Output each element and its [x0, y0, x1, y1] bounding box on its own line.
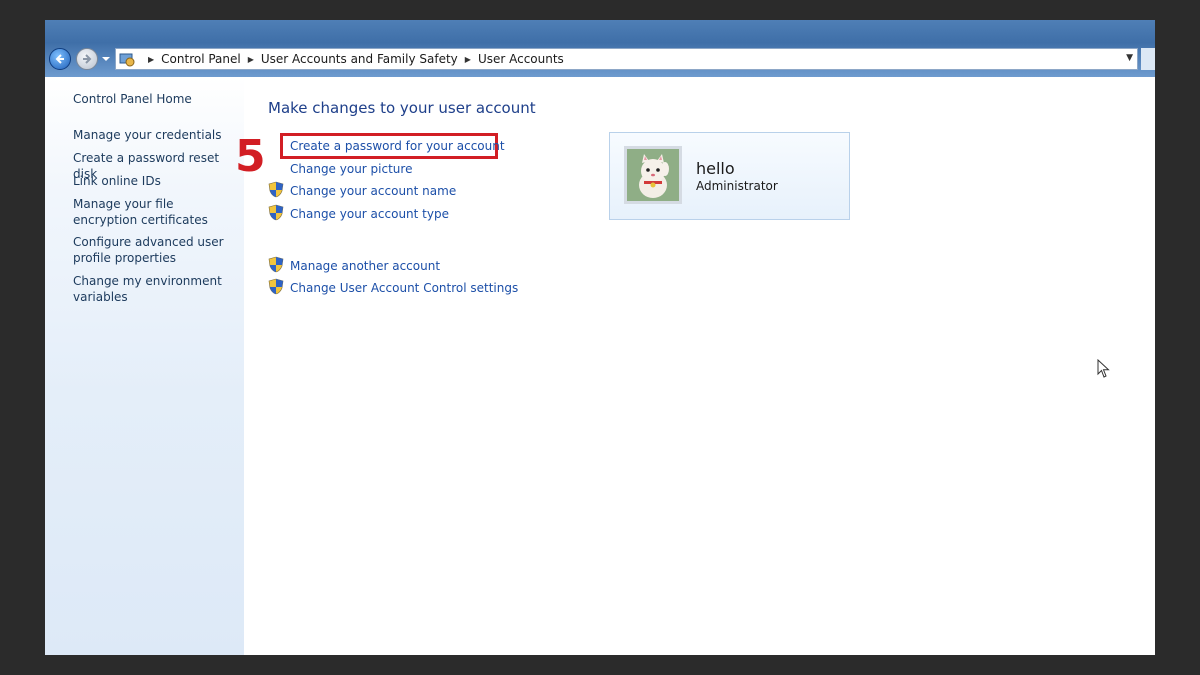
sidebar-item-link-online-ids[interactable]: Link online IDs — [73, 174, 238, 190]
account-type: Administrator — [696, 179, 778, 193]
main-content: Make changes to your user account 5 Crea… — [235, 77, 1155, 655]
sidebar-item-environment-variables[interactable]: Change my environment variables — [73, 274, 238, 305]
control-panel-window: ▶ Control Panel ▶ User Accounts and Fami… — [45, 20, 1155, 655]
uac-shield-icon — [268, 256, 284, 273]
refresh-button[interactable] — [1141, 48, 1155, 70]
create-password-link[interactable]: Create a password for your account — [290, 139, 505, 153]
breadcrumb-user-accounts[interactable]: User Accounts — [478, 52, 564, 66]
breadcrumb-control-panel[interactable]: Control Panel — [161, 52, 241, 66]
sidebar: Control Panel Home Manage your credentia… — [45, 77, 244, 655]
uac-shield-icon — [268, 181, 284, 198]
sidebar-item-control-panel-home[interactable]: Control Panel Home — [73, 92, 238, 108]
change-picture-link[interactable]: Change your picture — [290, 162, 412, 176]
back-button[interactable] — [49, 48, 71, 70]
manage-another-account-link[interactable]: Manage another account — [290, 259, 440, 273]
uac-shield-icon — [268, 278, 284, 295]
forward-arrow-icon — [83, 54, 92, 64]
breadcrumb-separator-icon: ▶ — [247, 54, 254, 64]
window-chrome: ▶ Control Panel ▶ User Accounts and Fami… — [45, 20, 1155, 77]
sidebar-item-file-encryption-certificates[interactable]: Manage your file encryption certificates — [73, 197, 238, 228]
back-arrow-icon — [55, 54, 64, 64]
address-bar[interactable]: ▶ Control Panel ▶ User Accounts and Fami… — [115, 48, 1138, 70]
account-card: hello Administrator — [609, 132, 850, 220]
change-account-type-link[interactable]: Change your account type — [290, 207, 449, 221]
breadcrumb-separator-icon: ▶ — [464, 54, 471, 64]
sidebar-item-manage-credentials[interactable]: Manage your credentials — [73, 128, 238, 144]
uac-settings-link[interactable]: Change User Account Control settings — [290, 281, 518, 295]
sidebar-item-advanced-profile-properties[interactable]: Configure advanced user profile properti… — [73, 235, 238, 266]
forward-button[interactable] — [76, 48, 98, 70]
page-title: Make changes to your user account — [268, 99, 536, 117]
breadcrumb-user-accounts-family-safety[interactable]: User Accounts and Family Safety — [261, 52, 458, 66]
breadcrumb-separator-icon: ▶ — [148, 54, 155, 64]
change-account-name-link[interactable]: Change your account name — [290, 184, 456, 198]
address-dropdown-icon[interactable]: ▼ — [1126, 53, 1133, 63]
avatar — [624, 146, 682, 204]
uac-shield-icon — [268, 204, 284, 221]
mouse-pointer-icon — [1097, 359, 1110, 378]
recent-pages-dropdown-icon[interactable] — [102, 56, 110, 62]
control-panel-icon — [119, 53, 135, 67]
step-number-annotation: 5 — [235, 131, 266, 182]
lucky-cat-picture-icon — [627, 149, 679, 201]
account-name: hello — [696, 159, 735, 178]
